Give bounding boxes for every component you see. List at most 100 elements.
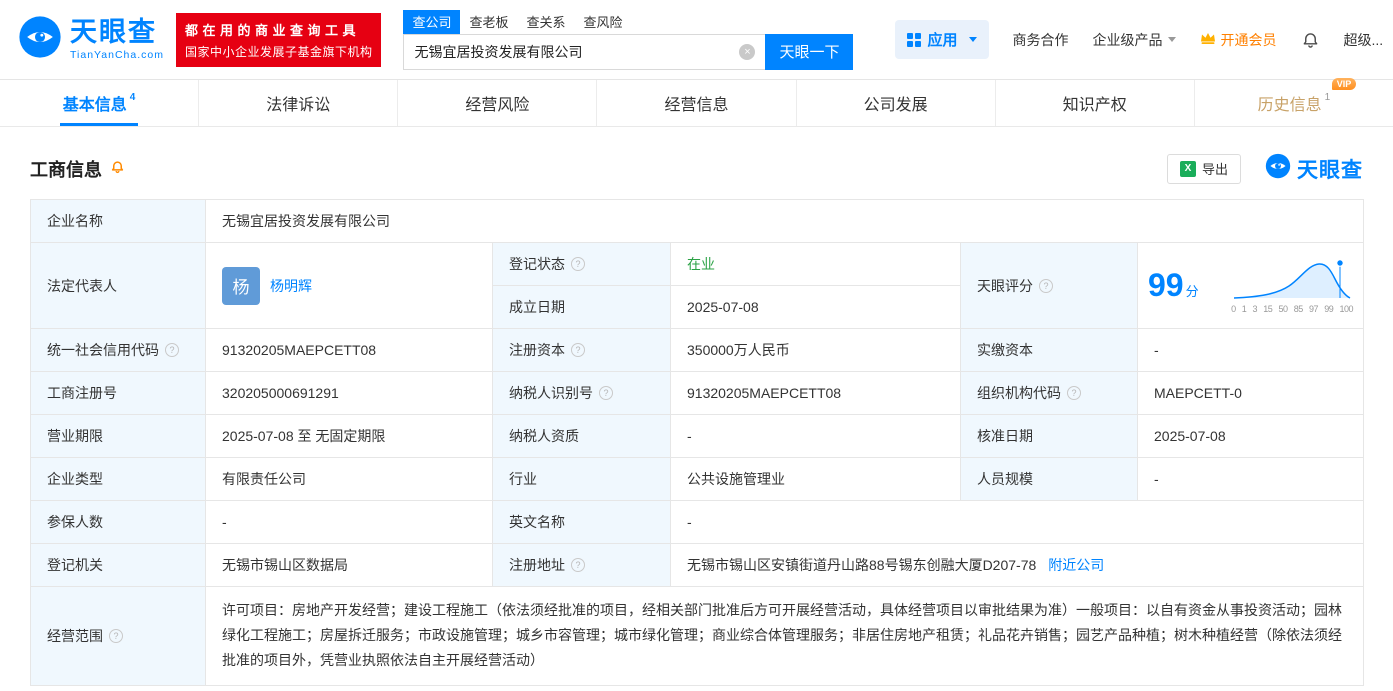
tab-business-info[interactable]: 经营信息 (597, 80, 797, 126)
help-icon[interactable]: ? (1067, 386, 1081, 400)
logo-brand-text: 天眼查 (70, 16, 157, 47)
insured-count-value: - (205, 500, 493, 544)
axis-tick: 99 (1324, 304, 1334, 314)
slogan-line1: 都在用的商业查询工具 (184, 22, 360, 38)
search-area: 查公司 查老板 查关系 查风险 × 天眼一下 (403, 9, 854, 70)
score-axis: 0 1 3 15 50 85 97 99 100 (1231, 304, 1353, 314)
export-button[interactable]: X 导出 (1166, 153, 1241, 184)
biz-cooperation-link[interactable]: 商务合作 (1013, 30, 1069, 50)
company-name-value: 无锡宜居投资发展有限公司 (204, 199, 1365, 243)
business-scope-value: 许可项目：房地产开发经营；建设工程施工（依法须经批准的项目，经相关部门批准后方可… (204, 586, 1365, 686)
company-name-label: 企业名称 (30, 199, 206, 243)
vip-badge: VIP (1331, 78, 1357, 90)
credit-code-label: 统一社会信用代码? (30, 328, 206, 372)
company-type-label: 企业类型 (30, 457, 206, 501)
insured-count-label: 参保人数 (30, 500, 206, 544)
table-row: 企业类型 有限责任公司 行业 公共设施管理业 人员规模 - (30, 457, 1365, 501)
establish-date-value: 2025-07-08 (670, 285, 961, 329)
tab-legal-litigation[interactable]: 法律诉讼 (199, 80, 399, 126)
search-tab-boss[interactable]: 查老板 (460, 10, 517, 34)
tianyancha-logo-icon (1265, 153, 1291, 184)
english-name-label: 英文名称 (492, 500, 671, 544)
help-icon[interactable]: ? (571, 257, 585, 271)
label-text: 注册资本 (509, 342, 565, 358)
approval-date-value: 2025-07-08 (1136, 414, 1365, 458)
super-vip-link[interactable]: 超级... (1344, 30, 1384, 50)
axis-tick: 0 (1231, 304, 1236, 314)
axis-tick: 3 (1252, 304, 1258, 314)
paid-capital-label: 实缴资本 (960, 328, 1138, 372)
search-input[interactable] (403, 33, 766, 70)
taxpayer-id-label: 纳税人识别号? (492, 371, 671, 415)
staff-size-label: 人员规模 (960, 457, 1138, 501)
table-row: 工商注册号 320205000691291 纳税人识别号? 91320205MA… (30, 371, 1365, 415)
apps-label: 应用 (927, 32, 958, 49)
help-icon[interactable]: ? (109, 628, 123, 643)
tab-business-risk[interactable]: 经营风险 (398, 80, 598, 126)
legal-rep-link[interactable]: 杨明辉 (270, 276, 312, 296)
site-header: 天眼查 TianYanCha.com 都在用的商业查询工具 国家中小企业发展子基… (0, 0, 1393, 80)
label-text: 注册地址 (509, 557, 565, 573)
reg-capital-value: 350000万人民币 (670, 328, 961, 372)
nearby-company-link[interactable]: 附近公司 (1048, 557, 1104, 573)
label-text: 登记状态 (509, 256, 565, 272)
vip-membership-link[interactable]: 开通会员 (1200, 30, 1277, 50)
business-term-value: 2025-07-08 至 无固定期限 (205, 414, 493, 458)
table-row: 企业名称 无锡宜居投资发展有限公司 (30, 199, 1365, 243)
help-icon[interactable]: ? (571, 343, 585, 357)
score-unit: 分 (1185, 284, 1199, 299)
search-button[interactable]: 天眼一下 (765, 33, 854, 70)
axis-tick: 100 (1339, 304, 1353, 314)
reg-authority-label: 登记机关 (30, 543, 206, 587)
tab-label: 公司发展 (863, 97, 928, 114)
notification-bell-icon[interactable] (1301, 30, 1320, 49)
reg-number-value: 320205000691291 (205, 371, 493, 415)
tab-history-info[interactable]: 历史信息 1 VIP (1195, 78, 1393, 126)
tab-label: 基本信息 (62, 97, 127, 114)
search-tab-risk[interactable]: 查风险 (574, 10, 631, 34)
caret-down-icon (1167, 37, 1176, 42)
table-row: 营业期限 2025-07-08 至 无固定期限 纳税人资质 - 核准日期 202… (30, 414, 1365, 458)
search-tabs: 查公司 查老板 查关系 查风险 (403, 9, 853, 34)
apps-menu-button[interactable]: 应用 (895, 20, 989, 59)
taxpayer-id-value: 91320205MAEPCETT08 (670, 371, 961, 415)
org-code-value: MAEPCETT-0 (1136, 371, 1365, 415)
tab-label: 法律诉讼 (266, 97, 331, 114)
score-label: 天眼评分? (960, 242, 1138, 329)
slogan-banner: 都在用的商业查询工具 国家中小企业发展子基金旗下机构 (175, 12, 382, 67)
taxpayer-quality-label: 纳税人资质 (492, 414, 671, 458)
help-icon[interactable]: ? (571, 558, 585, 572)
tianyancha-logo[interactable]: 天眼查 TianYanCha.com (18, 15, 164, 64)
avatar[interactable]: 杨 (222, 266, 260, 305)
reg-address-label: 注册地址? (492, 543, 671, 587)
reg-status-cell: 在业 (670, 242, 961, 286)
axis-tick: 85 (1293, 304, 1304, 314)
company-type-value: 有限责任公司 (205, 457, 493, 501)
industry-value: 公共设施管理业 (670, 457, 961, 501)
help-icon[interactable]: ? (165, 343, 179, 357)
tab-company-development[interactable]: 公司发展 (797, 80, 996, 126)
clear-icon[interactable]: × (739, 43, 756, 60)
help-icon[interactable]: ? (599, 386, 613, 400)
reg-address-cell: 无锡市锡山区安镇街道丹山路88号锡东创融大厦D207-78 附近公司 (669, 543, 1365, 587)
reg-capital-label: 注册资本? (492, 328, 671, 372)
label-text: 经营范围 (47, 627, 103, 644)
tab-count: 1 (1324, 91, 1331, 103)
tab-intellectual-property[interactable]: 知识产权 (996, 80, 1195, 126)
enterprise-product-link[interactable]: 企业级产品 (1093, 30, 1176, 50)
table-row: 登记机关 无锡市锡山区数据局 注册地址? 无锡市锡山区安镇街道丹山路88号锡东创… (30, 543, 1365, 587)
subscribe-bell-icon[interactable] (110, 159, 125, 179)
tab-basic-info[interactable]: 基本信息 4 (0, 80, 200, 126)
legal-rep-cell: 杨 杨明辉 (205, 242, 493, 329)
label-text: 统一社会信用代码 (47, 342, 159, 358)
tab-label: 经营信息 (664, 97, 729, 114)
search-tab-relation[interactable]: 查关系 (517, 10, 574, 34)
reg-number-label: 工商注册号 (30, 371, 206, 415)
search-tab-company[interactable]: 查公司 (403, 9, 461, 34)
vip-membership-label: 开通会员 (1220, 31, 1277, 48)
approval-date-label: 核准日期 (960, 414, 1138, 458)
business-scope-label: 经营范围? (30, 586, 206, 686)
help-icon[interactable]: ? (1039, 278, 1053, 293)
tab-label: 经营风险 (465, 97, 530, 114)
tab-label: 知识产权 (1062, 97, 1127, 114)
